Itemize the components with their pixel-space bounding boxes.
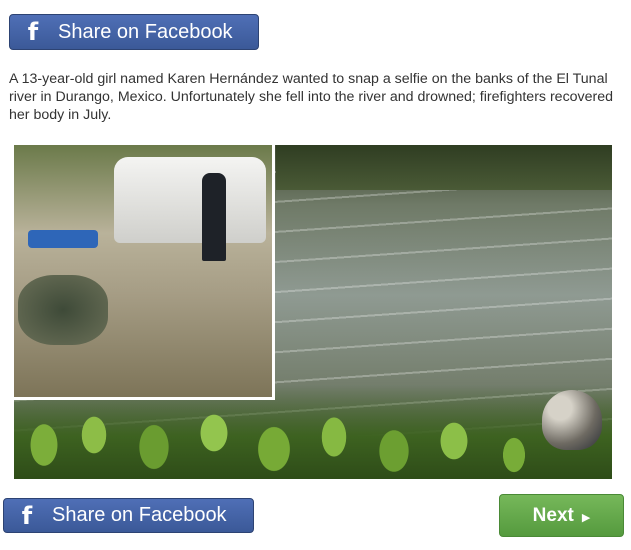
- blue-tarp: [28, 230, 98, 248]
- next-button-label: Next: [532, 504, 574, 526]
- pickup-truck: [114, 157, 266, 243]
- play-arrow-icon: ▶: [581, 511, 591, 524]
- share-button-label: Share on Facebook: [52, 504, 227, 526]
- share-button-label: Share on Facebook: [58, 20, 233, 43]
- next-button[interactable]: Next ▶: [499, 494, 624, 537]
- standing-person: [202, 173, 226, 261]
- treeline: [276, 145, 612, 190]
- facebook-icon: f: [27, 18, 39, 46]
- diver: [542, 390, 602, 450]
- inset-photo: [14, 145, 275, 400]
- news-photo: [14, 145, 612, 479]
- facebook-icon: f: [21, 501, 33, 530]
- share-on-facebook-button-bottom[interactable]: f Share on Facebook: [3, 498, 254, 533]
- article-caption: A 13-year-old girl named Karen Hernández…: [9, 71, 614, 123]
- puddle: [18, 275, 108, 345]
- share-on-facebook-button-top[interactable]: f Share on Facebook: [9, 14, 259, 50]
